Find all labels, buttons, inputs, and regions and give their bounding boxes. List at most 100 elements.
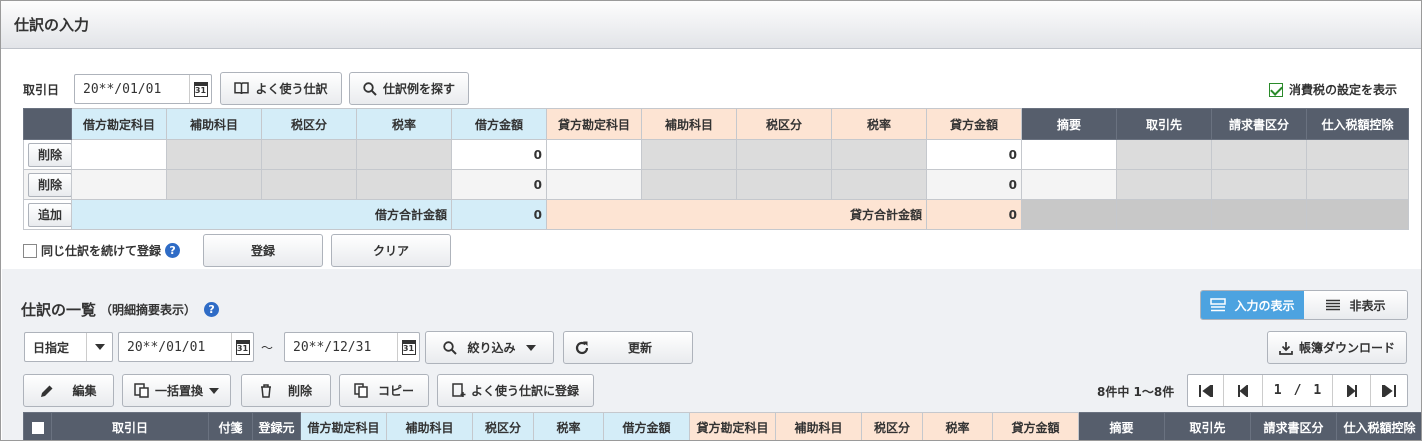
total-filler (1021, 199, 1117, 230)
add-row-button[interactable]: 追加 (28, 202, 71, 227)
col-summary: 摘要 (1021, 108, 1117, 140)
continue-register-checkbox[interactable] (23, 243, 37, 258)
download-ledger-button[interactable]: 帳簿ダウンロード (1267, 331, 1407, 364)
chevron-down-icon[interactable] (86, 333, 112, 361)
refresh-button[interactable]: 更新 (563, 331, 693, 364)
credit-sub-cell[interactable] (641, 139, 737, 170)
range-separator: ～ (261, 341, 274, 355)
replace-icon (134, 383, 149, 398)
col-invoice-type[interactable]: 請求書区分 (1250, 412, 1337, 440)
hide-entry-option[interactable]: 非表示 (1304, 291, 1407, 319)
list-subtitle: （明細摘要表示） (100, 303, 197, 317)
prev-page-icon[interactable] (1224, 375, 1263, 406)
debit-amount-cell[interactable]: 0 (451, 139, 547, 170)
partner-cell[interactable] (1116, 169, 1212, 200)
col-credit-taxclass[interactable]: 税区分 (861, 412, 923, 440)
date-from-value: 20**/01/01 (127, 339, 206, 355)
debit-account-cell[interactable] (71, 169, 167, 200)
summary-cell[interactable] (1021, 169, 1117, 200)
tax-setting-toggle[interactable]: 消費税の設定を表示 (1269, 81, 1397, 98)
col-debit-rate: 税率 (356, 108, 452, 140)
credit-rate-cell[interactable] (831, 139, 927, 170)
filter-button[interactable]: 絞り込み (425, 331, 554, 364)
show-entry-option[interactable]: 入力の表示 (1201, 291, 1304, 319)
delete-button[interactable]: 削除 (241, 374, 331, 407)
last-page-icon[interactable] (1371, 375, 1407, 406)
date-mode-select[interactable]: 日指定 (24, 332, 113, 362)
credit-taxclass-cell[interactable] (736, 169, 832, 200)
debit-taxclass-cell[interactable] (261, 169, 357, 200)
bulk-replace-label: 一括置換 (154, 384, 203, 398)
help-icon[interactable]: ? (204, 302, 220, 317)
credit-amount-cell[interactable]: 0 (926, 139, 1022, 170)
credit-account-cell[interactable] (546, 139, 642, 170)
summary-cell[interactable] (1021, 139, 1117, 170)
col-date[interactable]: 取引日 (51, 412, 209, 440)
col-debit-sub[interactable]: 補助科目 (386, 412, 473, 440)
search-example-button[interactable]: 仕訳例を探す (349, 72, 469, 105)
next-page-icon[interactable] (1333, 375, 1371, 406)
input-tax-credit-cell[interactable] (1306, 169, 1409, 200)
debit-sub-cell[interactable] (166, 139, 262, 170)
col-sticky[interactable]: 付箋 (208, 412, 253, 440)
select-all-checkbox[interactable] (31, 422, 44, 434)
debit-sub-cell[interactable] (166, 169, 262, 200)
invoice-type-cell[interactable] (1211, 169, 1307, 200)
date-input[interactable]: 20**/01/01 31 (74, 74, 212, 104)
col-credit-amount[interactable]: 貸方金額 (992, 412, 1079, 440)
col-debit-taxclass[interactable]: 税区分 (472, 412, 534, 440)
chevron-down-icon (525, 344, 536, 351)
debit-account-cell[interactable] (71, 139, 167, 170)
debit-taxclass-cell[interactable] (261, 139, 357, 170)
col-debit-account[interactable]: 借方勘定科目 (300, 412, 387, 440)
calendar-icon[interactable]: 31 (189, 75, 211, 103)
input-tax-credit-cell[interactable] (1306, 139, 1409, 170)
continue-register-toggle[interactable]: 同じ仕訳を続けて登録 ? (23, 242, 181, 259)
col-debit-rate[interactable]: 税率 (533, 412, 604, 440)
calendar-icon[interactable]: 31 (397, 333, 419, 361)
search-icon (443, 340, 458, 355)
debit-amount-cell[interactable]: 0 (451, 169, 547, 200)
delete-row-button[interactable]: 削除 (28, 172, 71, 197)
invoice-type-cell[interactable] (1211, 139, 1307, 170)
debit-rate-cell[interactable] (356, 139, 452, 170)
col-credit-rate[interactable]: 税率 (922, 412, 993, 440)
date-from-input[interactable]: 20**/01/01 31 (118, 332, 254, 362)
page-indicator[interactable]: 1 / 1 (1263, 375, 1333, 406)
credit-taxclass-cell[interactable] (736, 139, 832, 170)
register-favorite-button[interactable]: よく使う仕訳に登録 (437, 374, 594, 407)
col-credit-account[interactable]: 貸方勘定科目 (689, 412, 776, 440)
col-credit-sub[interactable]: 補助科目 (775, 412, 862, 440)
help-icon[interactable]: ? (165, 243, 181, 258)
credit-amount-cell[interactable]: 0 (926, 169, 1022, 200)
col-debit-amount[interactable]: 借方金額 (603, 412, 690, 440)
col-input-tax-credit[interactable]: 仕入税額控除 (1336, 412, 1421, 440)
copy-button[interactable]: コピー (339, 374, 429, 407)
col-source[interactable]: 登録元 (252, 412, 301, 440)
entry-display-toggle[interactable]: 入力の表示 非表示 (1200, 290, 1408, 320)
favorite-journal-button[interactable]: よく使う仕訳 (220, 72, 342, 105)
col-input-tax-credit: 仕入税額控除 (1306, 108, 1409, 140)
clear-button[interactable]: クリア (331, 234, 451, 267)
date-to-value: 20**/12/31 (293, 339, 372, 355)
first-page-icon[interactable] (1188, 375, 1224, 406)
col-credit-sub: 補助科目 (641, 108, 737, 140)
date-value: 20**/01/01 (83, 81, 162, 97)
credit-account-cell[interactable] (546, 169, 642, 200)
debit-rate-cell[interactable] (356, 169, 452, 200)
bulk-replace-button[interactable]: 一括置換 (122, 374, 231, 407)
partner-cell[interactable] (1116, 139, 1212, 170)
credit-rate-cell[interactable] (831, 169, 927, 200)
continue-register-label: 同じ仕訳を続けて登録 (41, 244, 162, 258)
col-summary[interactable]: 摘要 (1078, 412, 1165, 440)
col-partner[interactable]: 取引先 (1164, 412, 1251, 440)
calendar-icon[interactable]: 31 (231, 333, 253, 361)
edit-button[interactable]: 編集 (23, 374, 114, 407)
register-button[interactable]: 登録 (203, 234, 323, 267)
tax-setting-checkbox[interactable] (1269, 82, 1283, 97)
register-favorite-label: よく使う仕訳に登録 (470, 384, 579, 398)
date-to-input[interactable]: 20**/12/31 31 (284, 332, 420, 362)
delete-row-button[interactable]: 削除 (28, 142, 71, 167)
chevron-down-icon (209, 387, 219, 394)
credit-sub-cell[interactable] (641, 169, 737, 200)
